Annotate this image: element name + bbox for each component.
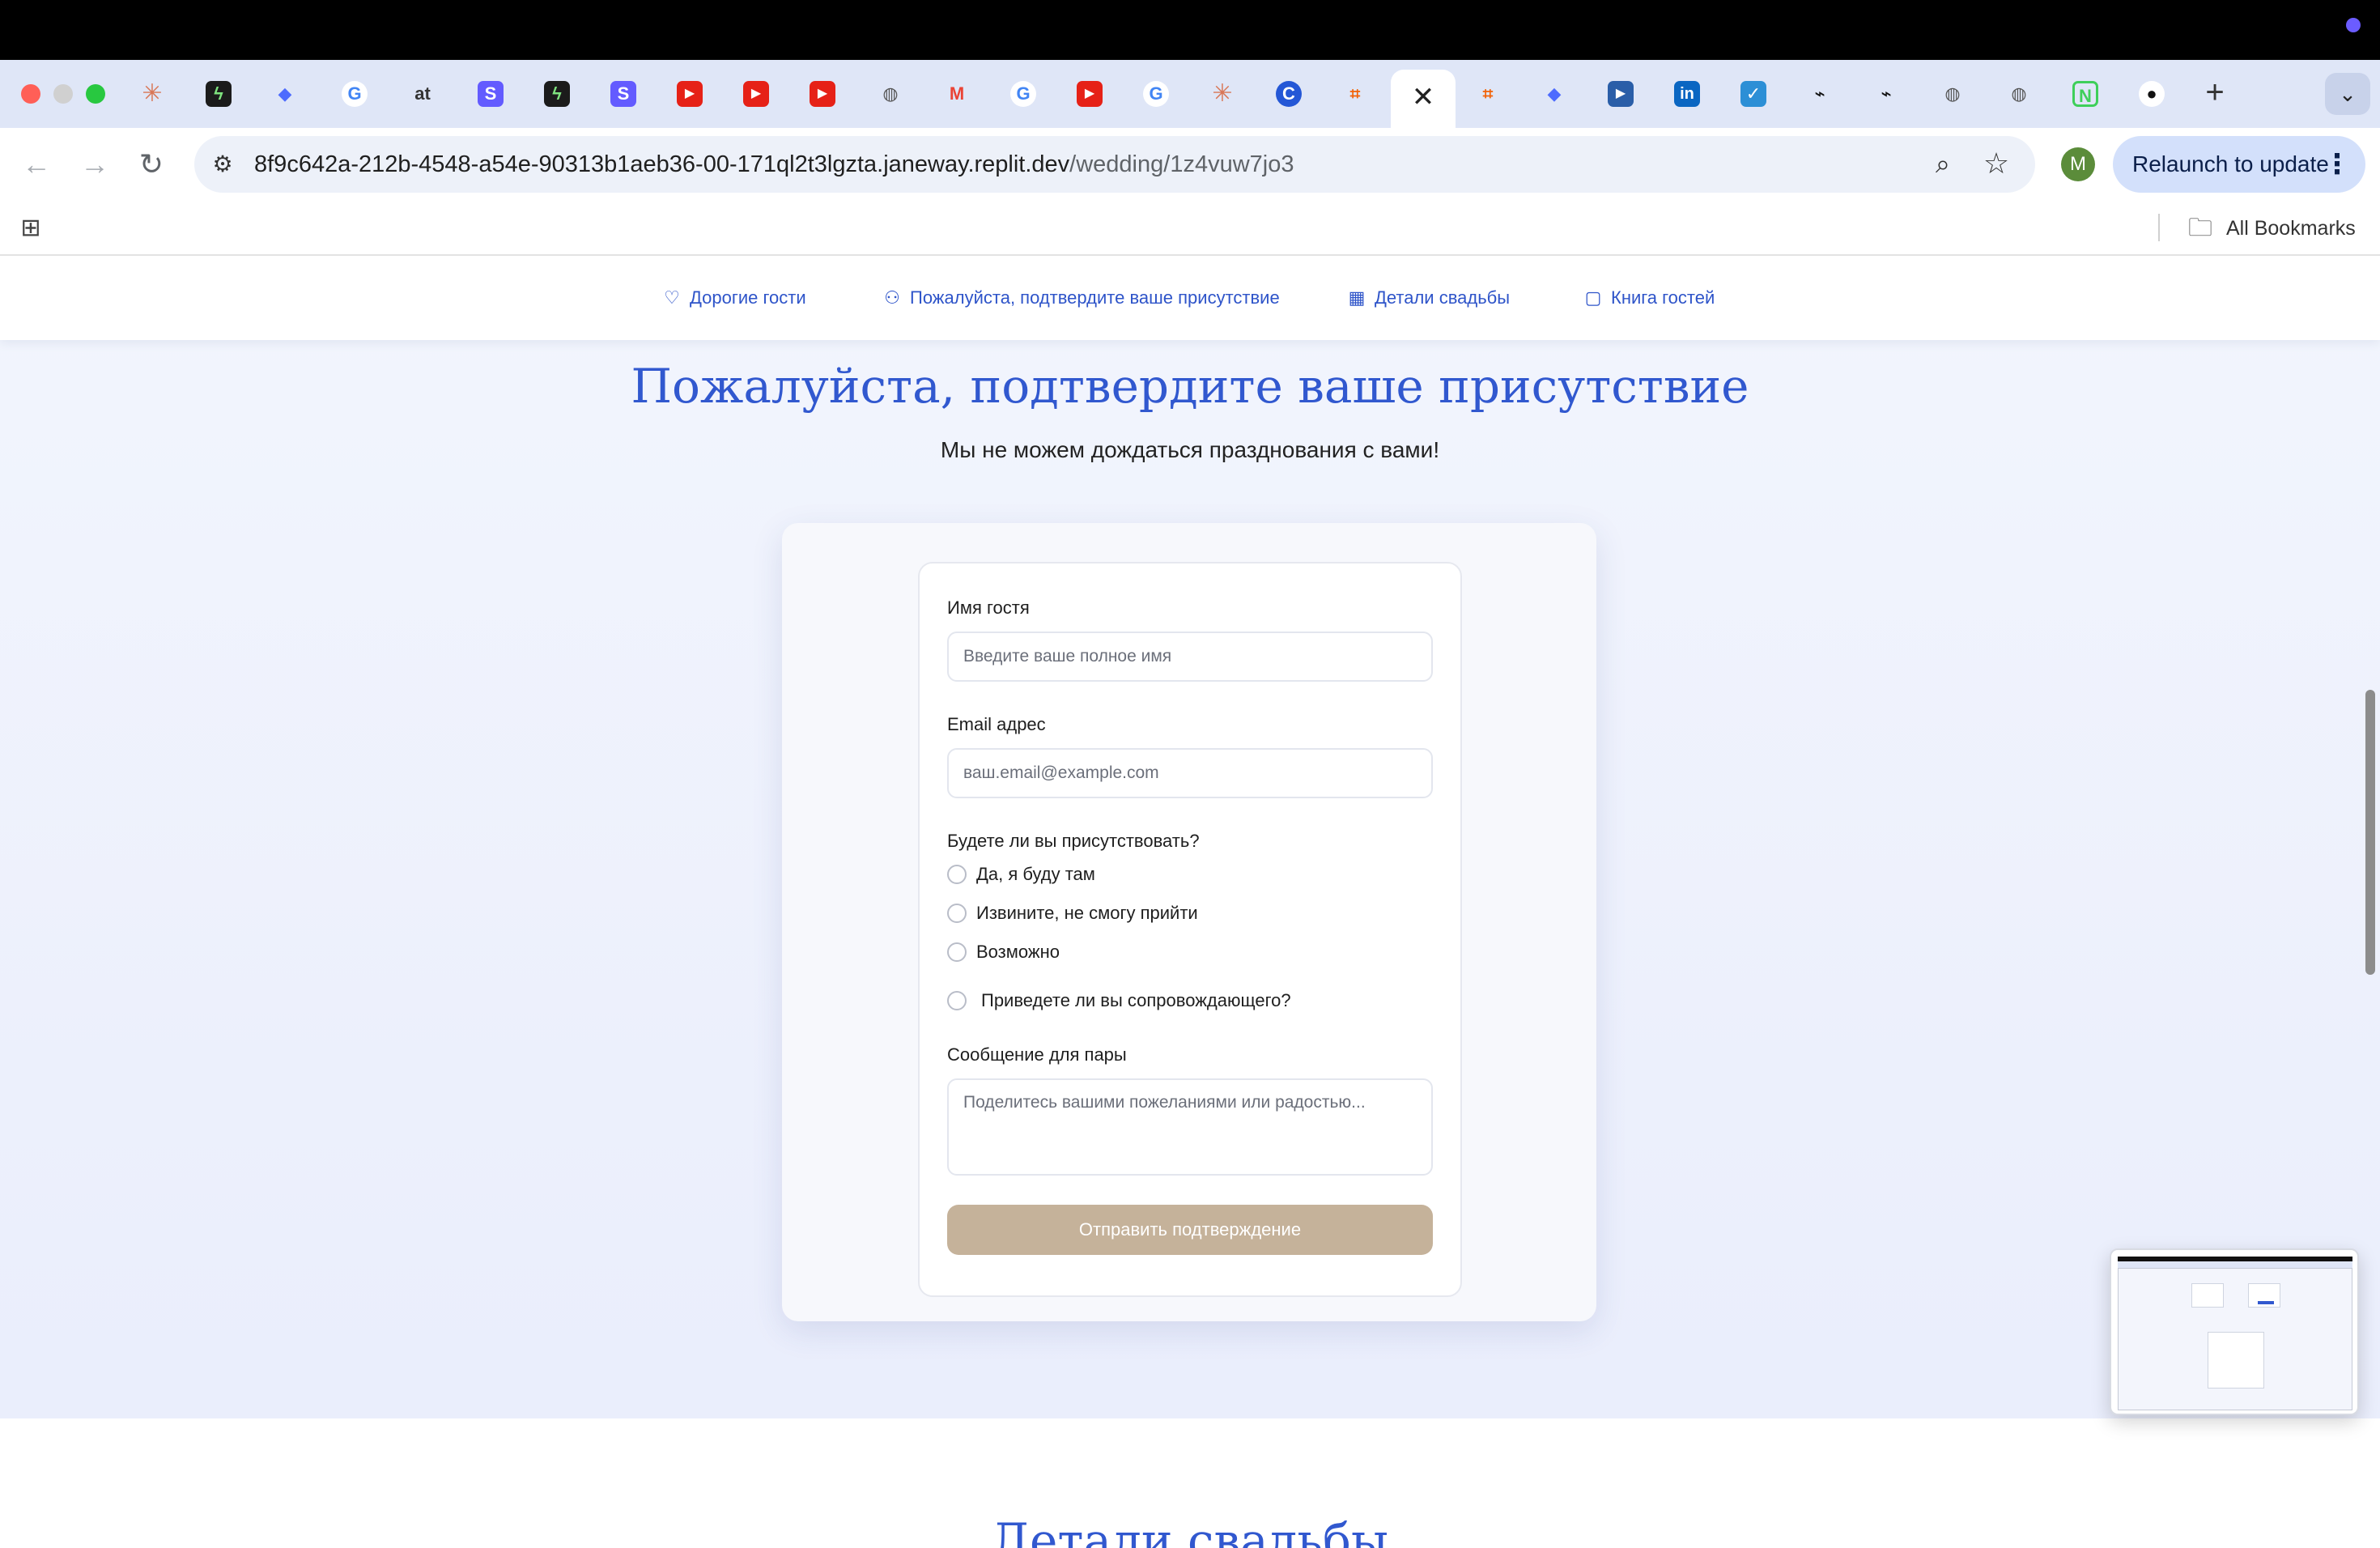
submit-rsvp-button[interactable]: Отправить подтверждение bbox=[947, 1205, 1433, 1255]
radio-label-maybe[interactable]: Возможно bbox=[976, 940, 1060, 964]
nav-item-label: Дорогие гости bbox=[690, 287, 806, 308]
preview-page bbox=[2118, 1268, 2352, 1410]
active-tab[interactable]: ✕ bbox=[1391, 70, 1456, 128]
calendar-icon: ▦ bbox=[1348, 287, 1366, 308]
all-bookmarks-link[interactable]: All Bookmarks bbox=[2226, 215, 2356, 241]
message-label: Сообщение для пары bbox=[947, 1044, 1127, 1065]
tab-youtube-icon-4[interactable]: ▶ bbox=[1077, 81, 1103, 107]
email-input[interactable] bbox=[947, 748, 1433, 798]
tab-youtube-icon-3[interactable]: ▶ bbox=[810, 81, 835, 107]
status-dot-icon bbox=[2346, 18, 2361, 32]
plus-one-checkbox[interactable] bbox=[947, 991, 967, 1010]
heart-icon: ♡ bbox=[664, 287, 680, 308]
tab-deepseek-icon-2[interactable]: ◆ bbox=[1541, 81, 1567, 107]
scrollbar-thumb[interactable] bbox=[2365, 690, 2375, 975]
tab-google-icon-2[interactable]: G bbox=[1010, 81, 1036, 107]
email-label: Email адрес bbox=[947, 714, 1046, 734]
tab-close-icon[interactable]: ✕ bbox=[1391, 83, 1456, 112]
radio-label-no[interactable]: Извините, не смогу прийти bbox=[976, 901, 1198, 925]
tab-deepseek-icon[interactable]: ◆ bbox=[272, 81, 298, 107]
preview-button bbox=[2258, 1301, 2274, 1304]
tab-youtube-icon-2[interactable]: ▶ bbox=[743, 81, 769, 107]
apps-grid-icon[interactable]: ⊞ bbox=[18, 215, 44, 241]
window-minimize-button[interactable] bbox=[53, 84, 73, 104]
bookmarks-bar bbox=[0, 199, 2380, 256]
tab-at-icon[interactable]: at bbox=[410, 81, 436, 107]
tab-c-icon[interactable]: C bbox=[1276, 81, 1302, 107]
tab-video-icon[interactable]: ▶ bbox=[1608, 81, 1634, 107]
profile-avatar[interactable]: M bbox=[2061, 147, 2095, 181]
guest-name-label: Имя гостя bbox=[947, 598, 1030, 618]
tab-github-icon[interactable]: ● bbox=[2139, 81, 2165, 107]
preview-card bbox=[2191, 1283, 2224, 1308]
tab-linkedin-icon[interactable]: in bbox=[1674, 81, 1700, 107]
tab-globe-icon-3[interactable]: ◍ bbox=[2006, 81, 2032, 107]
url-host: 8f9c642a-212b-4548-a54e-90313b1aeb36-00-… bbox=[254, 151, 1070, 177]
plus-one-label[interactable]: Приведете ли вы сопровождающего? bbox=[981, 989, 1291, 1013]
os-menu-bar bbox=[0, 0, 2380, 60]
tab-stripe-icon[interactable]: S bbox=[478, 81, 504, 107]
bookmarks-divider bbox=[2158, 214, 2160, 241]
users-icon: ⚇ bbox=[884, 287, 900, 308]
nav-item-label: Детали свадьбы bbox=[1375, 287, 1511, 308]
tab-tasks-icon[interactable]: ✓ bbox=[1740, 81, 1766, 107]
zoom-icon[interactable]: ⌕ bbox=[1925, 146, 1961, 181]
tab-google-icon-3[interactable]: G bbox=[1143, 81, 1169, 107]
tab-replit-icon-2[interactable]: ϟ bbox=[544, 81, 570, 107]
tab-shortcut-icon[interactable]: ⌁ bbox=[1807, 81, 1833, 107]
tab-stripe-icon-2[interactable]: S bbox=[610, 81, 636, 107]
tab-replit-orange-icon-2[interactable]: ⌗ bbox=[1475, 81, 1501, 107]
forward-arrow-icon[interactable]: → bbox=[74, 144, 115, 185]
guest-name-input[interactable] bbox=[947, 632, 1433, 682]
message-icon: ▢ bbox=[1584, 287, 1602, 308]
attendance-question: Будете ли вы присутствовать? bbox=[947, 831, 1200, 851]
tab-globe-icon[interactable]: ◍ bbox=[878, 81, 903, 107]
tab-claude-icon[interactable]: ✳ bbox=[139, 81, 165, 107]
section-subtitle: Мы не можем дождаться празднования с вам… bbox=[940, 437, 1440, 462]
relaunch-button[interactable]: Relaunch to update ⋮ bbox=[2113, 136, 2365, 193]
section-title: Пожалуйста, подтвердите ваше присутствие bbox=[631, 359, 1749, 414]
more-options-icon[interactable]: ⋮ bbox=[2323, 136, 2351, 193]
page-content: ♡ Дорогие гости ⚇ Пожалуйста, подтвердите … bbox=[0, 256, 2380, 1548]
nav-item-label: Книга гостей bbox=[1611, 287, 1715, 308]
url-path: /wedding/1z4vuw7jo3 bbox=[1069, 151, 1294, 177]
tab-notion-icon[interactable]: N bbox=[2072, 81, 2098, 107]
back-arrow-icon[interactable]: ← bbox=[16, 144, 57, 185]
window-maximize-button[interactable] bbox=[86, 84, 105, 104]
relaunch-label: Relaunch to update bbox=[2132, 151, 2329, 176]
new-tab-button[interactable]: + bbox=[2199, 76, 2231, 108]
preview-form bbox=[2208, 1332, 2264, 1389]
preview-tab-strip bbox=[2118, 1261, 2352, 1268]
url-text[interactable]: 8f9c642a-212b-4548-a54e-90313b1aeb36-00-… bbox=[254, 149, 1294, 180]
screenshot-preview-thumbnail[interactable] bbox=[2110, 1248, 2359, 1415]
tab-globe-icon-2[interactable]: ◍ bbox=[1940, 81, 1966, 107]
window-close-button[interactable] bbox=[21, 84, 40, 104]
radio-attending-no[interactable] bbox=[947, 904, 967, 923]
radio-attending-maybe[interactable] bbox=[947, 942, 967, 962]
reload-icon[interactable]: ↻ bbox=[131, 144, 172, 185]
tab-claude-icon-2[interactable]: ✳ bbox=[1209, 81, 1235, 107]
tab-gmail-icon[interactable]: M bbox=[944, 81, 970, 107]
tab-replit-orange-icon[interactable]: ⌗ bbox=[1342, 81, 1368, 107]
nav-item-wedding-details[interactable]: ▦ Детали свадьбы bbox=[1347, 283, 1511, 313]
nav-item-rsvp[interactable]: ⚇ Пожалуйста, подтвердите ваше присутстви… bbox=[882, 283, 1280, 313]
tab-search-chevron-icon[interactable]: ⌄ bbox=[2325, 73, 2370, 115]
wedding-details-title: Детали свадьбы bbox=[991, 1513, 1389, 1548]
tab-youtube-icon[interactable]: ▶ bbox=[677, 81, 703, 107]
radio-attending-yes[interactable] bbox=[947, 865, 967, 884]
nav-item-label: Пожалуйста, подтвердите ваше присутствие bbox=[910, 287, 1280, 308]
tab-shortcut-icon-2[interactable]: ⌁ bbox=[1873, 81, 1899, 107]
site-settings-icon[interactable]: ⚙ bbox=[206, 147, 240, 181]
tab-google-icon[interactable]: G bbox=[342, 81, 368, 107]
bookmark-star-icon[interactable]: ☆ bbox=[1978, 146, 2014, 181]
message-textarea[interactable] bbox=[947, 1078, 1433, 1176]
folder-icon[interactable]: 🗀 bbox=[2186, 214, 2215, 243]
nav-item-dear-guests[interactable]: ♡ Дорогие гости bbox=[662, 283, 806, 313]
radio-label-yes[interactable]: Да, я буду там bbox=[976, 862, 1095, 887]
tab-replit-icon[interactable]: ϟ bbox=[206, 81, 232, 107]
nav-item-guestbook[interactable]: ▢ Книга гостей bbox=[1583, 283, 1715, 313]
site-navigation: ♡ Дорогие гости ⚇ Пожалуйста, подтвердите … bbox=[0, 256, 2380, 340]
